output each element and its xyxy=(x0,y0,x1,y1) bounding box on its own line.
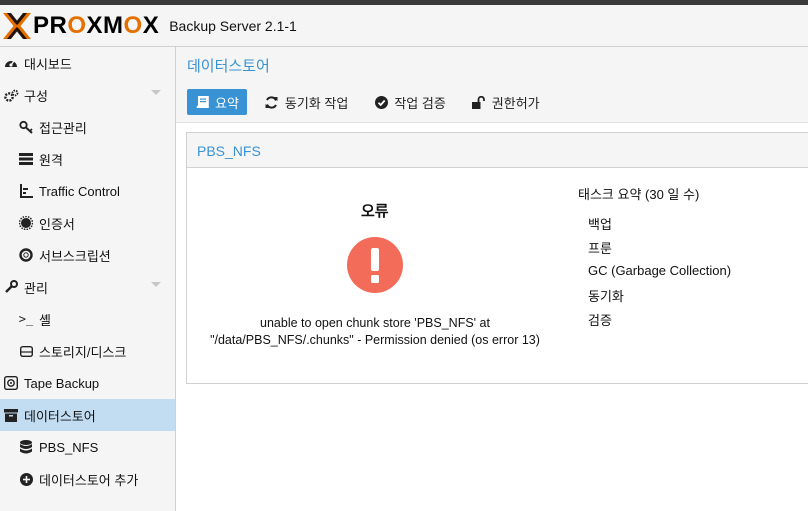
sidebar-item-remotes[interactable]: 원격 xyxy=(0,143,175,175)
dashboard-icon xyxy=(3,55,19,71)
hdd-icon xyxy=(18,343,34,359)
proxmox-logo[interactable]: PROXMOX xyxy=(3,5,159,46)
sidebar-item-label: 데이터스토어 xyxy=(24,408,96,424)
sidebar: 대시보드 구성 접근관리 원격 Traffic Control 인증서 서브스크… xyxy=(0,47,176,511)
task-item-sync[interactable]: 동기화 xyxy=(588,286,624,305)
app-header: PROXMOX Backup Server 2.1-1 xyxy=(0,5,808,47)
sidebar-item-label: 구성 xyxy=(24,88,48,104)
tab-summary[interactable]: 요약 xyxy=(187,89,247,115)
page-title: 데이터스토어 xyxy=(187,58,270,75)
sidebar-item-label: 셸 xyxy=(39,312,51,328)
tab-label: 동기화 작업 xyxy=(284,95,349,111)
sidebar-item-subscription[interactable]: 서브스크립션 xyxy=(0,239,175,271)
sidebar-item-label: 관리 xyxy=(24,280,48,296)
sidebar-item-add-datastore[interactable]: 데이터스토어 추가 xyxy=(0,463,175,495)
terminal-icon: >_ xyxy=(18,312,34,326)
sidebar-item-dashboard[interactable]: 대시보드 xyxy=(0,47,175,79)
wrench-icon xyxy=(3,279,19,295)
sidebar-item-tape-backup[interactable]: Tape Backup xyxy=(0,367,175,399)
gears-icon xyxy=(3,87,19,103)
exclamation-circle-icon xyxy=(347,237,403,293)
error-message: unable to open chunk store 'PBS_NFS' at … xyxy=(210,316,540,347)
tab-label: 요약 xyxy=(215,95,239,111)
sidebar-item-datastore[interactable]: 데이터스토어 xyxy=(0,399,175,431)
database-icon xyxy=(18,439,34,455)
task-item-gc[interactable]: GC (Garbage Collection) xyxy=(588,263,731,278)
task-summary-title: 태스크 요약 (30 일 수) xyxy=(578,187,700,202)
book-icon xyxy=(195,95,209,109)
lifebuoy-icon xyxy=(18,247,34,263)
chevron-down-icon[interactable] xyxy=(151,90,161,95)
sidebar-item-traffic-control[interactable]: Traffic Control xyxy=(0,175,175,207)
archive-icon xyxy=(3,407,19,423)
sidebar-item-label: 데이터스토어 추가 xyxy=(39,472,139,488)
logo-wordmark: PROXMOX xyxy=(33,11,160,39)
sidebar-item-pbs-nfs[interactable]: PBS_NFS xyxy=(0,431,175,463)
tab-permissions[interactable]: 권한허가 xyxy=(464,89,548,115)
task-item-backup[interactable]: 백업 xyxy=(588,214,612,233)
plus-circle-icon xyxy=(18,471,34,487)
certificate-icon xyxy=(18,215,34,231)
tab-label: 작업 검증 xyxy=(394,95,446,111)
sidebar-item-storage-disks[interactable]: 스토리지/디스크 xyxy=(0,335,175,367)
sidebar-item-label: PBS_NFS xyxy=(39,439,99,455)
panel-title: PBS_NFS xyxy=(197,143,261,159)
sidebar-item-label: 원격 xyxy=(39,152,63,168)
sidebar-item-label: 서브스크립션 xyxy=(39,248,111,264)
proxmox-x-icon xyxy=(3,12,31,39)
sidebar-item-label: Tape Backup xyxy=(24,375,100,391)
tab-verify-jobs[interactable]: 작업 검증 xyxy=(366,89,453,115)
sidebar-item-shell[interactable]: >_ 셸 xyxy=(0,303,175,335)
product-title: Backup Server 2.1-1 xyxy=(169,17,297,34)
key-icon xyxy=(18,119,34,135)
datastore-panel-header: PBS_NFS xyxy=(186,132,808,168)
tab-label: 권한허가 xyxy=(491,95,540,111)
sidebar-item-label: 인증서 xyxy=(39,216,75,232)
chart-icon xyxy=(18,183,34,199)
datastore-panel-body: 오류 unable to open chunk store 'PBS_NFS' … xyxy=(186,168,808,384)
main-content: 데이터스토어 요약 동기화 작업 작업 검증 권한허가 PBS_NFS 오류 u… xyxy=(176,47,808,511)
refresh-icon xyxy=(265,95,279,109)
tab-bar: 요약 동기화 작업 작업 검증 권한허가 xyxy=(187,89,558,115)
sidebar-item-administration[interactable]: 관리 xyxy=(0,271,175,303)
sidebar-item-access-control[interactable]: 접근관리 xyxy=(0,111,175,143)
chevron-down-icon[interactable] xyxy=(151,282,161,287)
tab-sync-jobs[interactable]: 동기화 작업 xyxy=(257,89,356,115)
sidebar-item-label: Traffic Control xyxy=(39,183,120,199)
task-item-verify[interactable]: 검증 xyxy=(588,310,612,329)
sidebar-item-configuration[interactable]: 구성 xyxy=(0,79,175,111)
content-header: 데이터스토어 요약 동기화 작업 작업 검증 권한허가 xyxy=(176,47,808,123)
check-circle-icon xyxy=(374,95,388,109)
unlock-icon xyxy=(472,95,486,109)
error-title: 오류 xyxy=(361,203,389,220)
sidebar-item-label: 대시보드 xyxy=(24,56,72,72)
tape-icon xyxy=(3,375,19,391)
sidebar-item-certificates[interactable]: 인증서 xyxy=(0,207,175,239)
task-item-prune[interactable]: 프룬 xyxy=(588,238,612,257)
sidebar-item-label: 접근관리 xyxy=(39,120,87,136)
server-icon xyxy=(18,151,34,167)
sidebar-item-label: 스토리지/디스크 xyxy=(39,344,127,360)
